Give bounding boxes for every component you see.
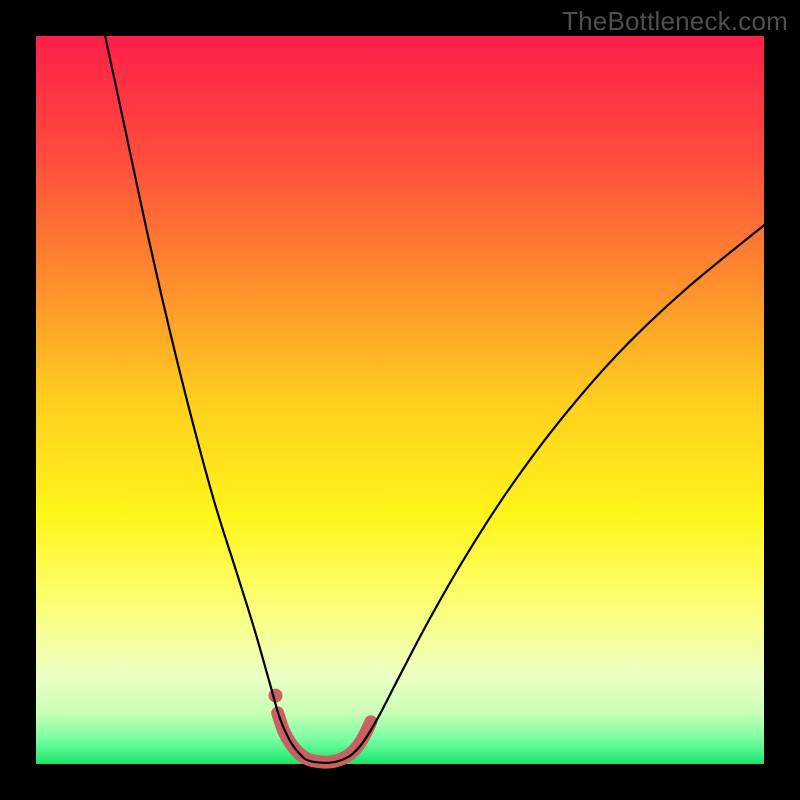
chart-svg	[36, 36, 764, 764]
valley-marker	[278, 713, 371, 762]
plot-area	[36, 36, 764, 764]
watermark-text: TheBottleneck.com	[562, 6, 788, 37]
bottleneck-curve	[105, 36, 764, 763]
chart-frame: TheBottleneck.com	[0, 0, 800, 800]
